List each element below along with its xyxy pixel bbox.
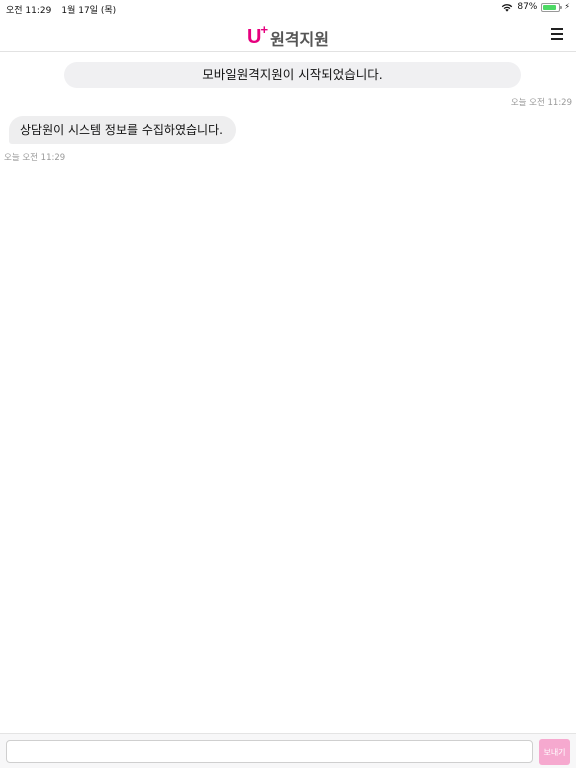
agent-message: 상담원이 시스템 정보를 수집하였습니다. <box>9 116 236 144</box>
battery-fill <box>543 4 557 10</box>
app-logo: U+ 원격지원 <box>0 22 576 50</box>
status-right: 87% ⚡ <box>501 2 570 12</box>
menu-line <box>551 38 563 40</box>
wifi-icon <box>501 3 513 12</box>
status-time: 오전 11:29 <box>6 6 52 16</box>
message-timestamp: 오늘 오전 11:29 <box>4 153 66 163</box>
logo-name: 원격지원 <box>270 29 329 49</box>
composer-bar: 보내기 <box>0 733 576 768</box>
send-button[interactable]: 보내기 <box>539 739 570 765</box>
message-timestamp: 오늘 오전 11:29 <box>510 98 572 108</box>
bolt-icon: ⚡ <box>564 2 570 11</box>
status-bar: 오전 11:29 1월 17일 (목) 87% ⚡ <box>0 0 576 18</box>
system-message: 모바일원격지원이 시작되었습니다. <box>64 62 521 88</box>
menu-line <box>551 28 563 30</box>
logo-plus: + <box>260 22 269 37</box>
app-header: U+ 원격지원 <box>0 18 576 52</box>
status-left: 오전 11:29 1월 17일 (목) <box>6 3 116 16</box>
status-date: 1월 17일 (목) <box>61 6 117 16</box>
message-input[interactable] <box>6 740 533 763</box>
hamburger-menu-icon[interactable] <box>551 28 564 40</box>
battery-icon <box>541 2 563 12</box>
battery-cap <box>560 5 563 9</box>
chat-area[interactable]: 모바일원격지원이 시작되었습니다. 오늘 오전 11:29 상담원이 시스템 정… <box>0 53 576 733</box>
battery-percent: 87% <box>517 2 538 12</box>
menu-line <box>551 33 563 35</box>
